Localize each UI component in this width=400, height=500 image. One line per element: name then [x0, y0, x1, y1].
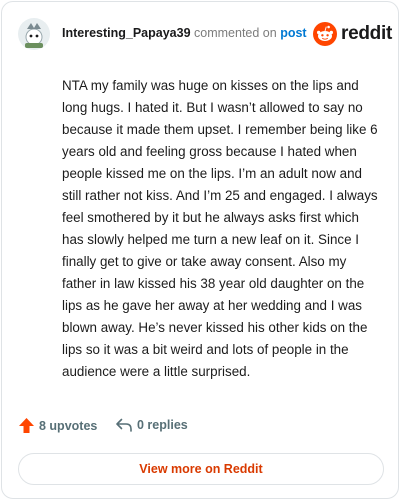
reply-arrow-icon	[116, 418, 132, 432]
comment-attribution: Interesting_Papaya39 commented on post	[62, 26, 307, 40]
reddit-snoo-icon	[313, 22, 337, 46]
view-more-on-reddit-button[interactable]: View more on Reddit	[18, 453, 384, 485]
commented-on-label: commented on	[194, 26, 277, 40]
user-avatar-icon[interactable]	[17, 17, 51, 51]
upvote-button[interactable]: 8 upvotes	[18, 417, 97, 434]
reddit-wordmark: reddit	[341, 23, 392, 44]
reddit-logo[interactable]: reddit	[313, 21, 392, 47]
username-link[interactable]: Interesting_Papaya39	[62, 26, 191, 40]
comment-header: Interesting_Papaya39 commented on post r…	[2, 2, 400, 66]
upvote-arrow-icon	[19, 418, 34, 433]
reddit-comment-embed-card: Interesting_Papaya39 commented on post r…	[1, 1, 399, 499]
post-link[interactable]: post	[280, 26, 306, 40]
replies-button[interactable]: 0 replies	[115, 417, 188, 433]
comment-footer: 8 upvotes 0 replies	[2, 414, 400, 442]
comment-body: NTA my family was huge on kisses on the …	[62, 78, 378, 379]
upvote-count: 8 upvotes	[39, 418, 98, 433]
replies-count: 0 replies	[137, 418, 188, 432]
